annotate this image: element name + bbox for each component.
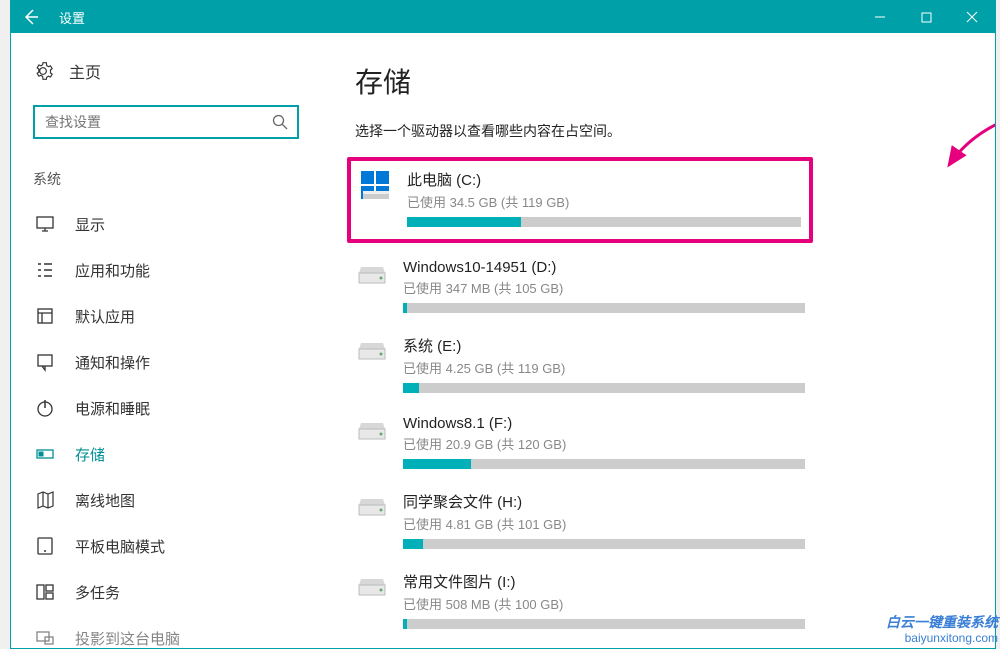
drive-used-text: 已使用 508 MB (共 100 GB) xyxy=(403,594,805,613)
maximize-button[interactable] xyxy=(903,1,949,33)
power-icon xyxy=(33,396,57,420)
drive-usage-bar xyxy=(403,383,805,393)
nav-item-label: 平板电脑模式 xyxy=(75,536,165,557)
drive-icon xyxy=(355,415,389,449)
settings-window: 设置 主页 xyxy=(10,0,996,649)
drive-usage-bar xyxy=(403,619,805,629)
sidebar: 主页 系统 显示 应用和功能 默认 xyxy=(11,33,321,648)
drive-used-text: 已使用 347 MB (共 105 GB) xyxy=(403,278,805,297)
gear-icon xyxy=(33,61,53,81)
nav-item-label: 显示 xyxy=(75,214,105,235)
home-link[interactable]: 主页 xyxy=(11,53,321,101)
default-apps-icon xyxy=(33,304,57,328)
search-input[interactable] xyxy=(35,114,263,130)
apps-icon xyxy=(33,258,57,282)
drive-usage-bar xyxy=(407,217,801,227)
drive-name: Windows10-14951 (D:) xyxy=(403,259,805,276)
drive-name: 常用文件图片 (I:) xyxy=(403,571,805,592)
drive-icon xyxy=(355,491,389,525)
nav-item-label: 存储 xyxy=(75,444,105,465)
drive-name: 同学聚会文件 (H:) xyxy=(403,491,805,512)
sidebar-group-label: 系统 xyxy=(11,159,321,201)
nav-item-notifications[interactable]: 通知和操作 xyxy=(11,339,321,385)
project-icon xyxy=(33,626,57,648)
drive-used-text: 已使用 4.25 GB (共 119 GB) xyxy=(403,358,805,377)
close-icon xyxy=(966,11,978,23)
nav-item-label: 投影到这台电脑 xyxy=(75,628,180,649)
tablet-icon xyxy=(33,534,57,558)
maps-icon xyxy=(33,488,57,512)
maximize-icon xyxy=(921,12,932,23)
nav-item-maps[interactable]: 离线地图 xyxy=(11,477,321,523)
window-title: 设置 xyxy=(51,8,857,27)
minimize-button[interactable] xyxy=(857,1,903,33)
close-button[interactable] xyxy=(949,1,995,33)
storage-icon xyxy=(33,442,57,466)
display-icon xyxy=(33,212,57,236)
nav-item-multitask[interactable]: 多任务 xyxy=(11,569,321,615)
drive-row[interactable]: 备份文件 (J:)已使用 55.5 GB (共 99.9 GB) xyxy=(355,643,805,648)
drive-used-text: 已使用 4.81 GB (共 101 GB) xyxy=(403,514,805,533)
drive-name: 系统 (E:) xyxy=(403,335,805,356)
notifications-icon xyxy=(33,350,57,374)
drive-list: 此电脑 (C:) 已使用 34.5 GB (共 119 GB) Windows10-… xyxy=(355,161,995,648)
drive-icon xyxy=(355,335,389,369)
main-panel: 存储 选择一个驱动器以查看哪些内容在占空间。 此电脑 (C:) 已使用 34.5 … xyxy=(321,33,995,648)
drive-usage-bar xyxy=(403,459,805,469)
nav-item-apps[interactable]: 应用和功能 xyxy=(11,247,321,293)
nav-item-tablet[interactable]: 平板电脑模式 xyxy=(11,523,321,569)
drive-icon xyxy=(355,259,389,293)
drive-row[interactable]: 常用文件图片 (I:) 已使用 508 MB (共 100 GB) xyxy=(355,563,805,643)
page-heading: 存储 xyxy=(355,61,995,101)
nav-item-label: 应用和功能 xyxy=(75,260,150,281)
multitask-icon xyxy=(33,580,57,604)
drive-name: Windows8.1 (F:) xyxy=(403,415,805,432)
nav-item-power[interactable]: 电源和睡眠 xyxy=(11,385,321,431)
search-icon xyxy=(263,114,297,130)
drive-row[interactable]: 此电脑 (C:) 已使用 34.5 GB (共 119 GB) xyxy=(347,157,813,243)
page-subtitle: 选择一个驱动器以查看哪些内容在占空间。 xyxy=(355,121,995,141)
drive-row[interactable]: 系统 (E:) 已使用 4.25 GB (共 119 GB) xyxy=(355,327,805,407)
nav-item-label: 默认应用 xyxy=(75,306,135,327)
drive-usage-bar xyxy=(403,539,805,549)
minimize-icon xyxy=(874,11,886,23)
home-label: 主页 xyxy=(69,59,101,83)
nav-item-project[interactable]: 投影到这台电脑 xyxy=(11,615,321,648)
drive-row[interactable]: Windows8.1 (F:) 已使用 20.9 GB (共 120 GB) xyxy=(355,407,805,483)
drive-usage-bar xyxy=(403,303,805,313)
drive-name: 此电脑 (C:) xyxy=(407,169,801,190)
drive-row[interactable]: 同学聚会文件 (H:) 已使用 4.81 GB (共 101 GB) xyxy=(355,483,805,563)
nav-list: 显示 应用和功能 默认应用 通知和操作 电源和睡眠 xyxy=(11,201,321,648)
nav-item-label: 电源和睡眠 xyxy=(75,398,150,419)
titlebar: 设置 xyxy=(11,1,995,33)
nav-item-storage[interactable]: 存储 xyxy=(11,431,321,477)
nav-item-display[interactable]: 显示 xyxy=(11,201,321,247)
drive-row[interactable]: Windows10-14951 (D:) 已使用 347 MB (共 105 GB… xyxy=(355,251,805,327)
back-arrow-icon xyxy=(23,9,39,25)
nav-item-label: 离线地图 xyxy=(75,490,135,511)
drive-used-text: 已使用 34.5 GB (共 119 GB) xyxy=(407,192,801,211)
drive-used-text: 已使用 20.9 GB (共 120 GB) xyxy=(403,434,805,453)
nav-item-label: 多任务 xyxy=(75,582,120,603)
search-box[interactable] xyxy=(33,105,299,139)
drive-icon xyxy=(359,169,393,203)
nav-item-label: 通知和操作 xyxy=(75,352,150,373)
nav-item-default-apps[interactable]: 默认应用 xyxy=(11,293,321,339)
drive-icon xyxy=(355,571,389,605)
back-button[interactable] xyxy=(11,1,51,33)
